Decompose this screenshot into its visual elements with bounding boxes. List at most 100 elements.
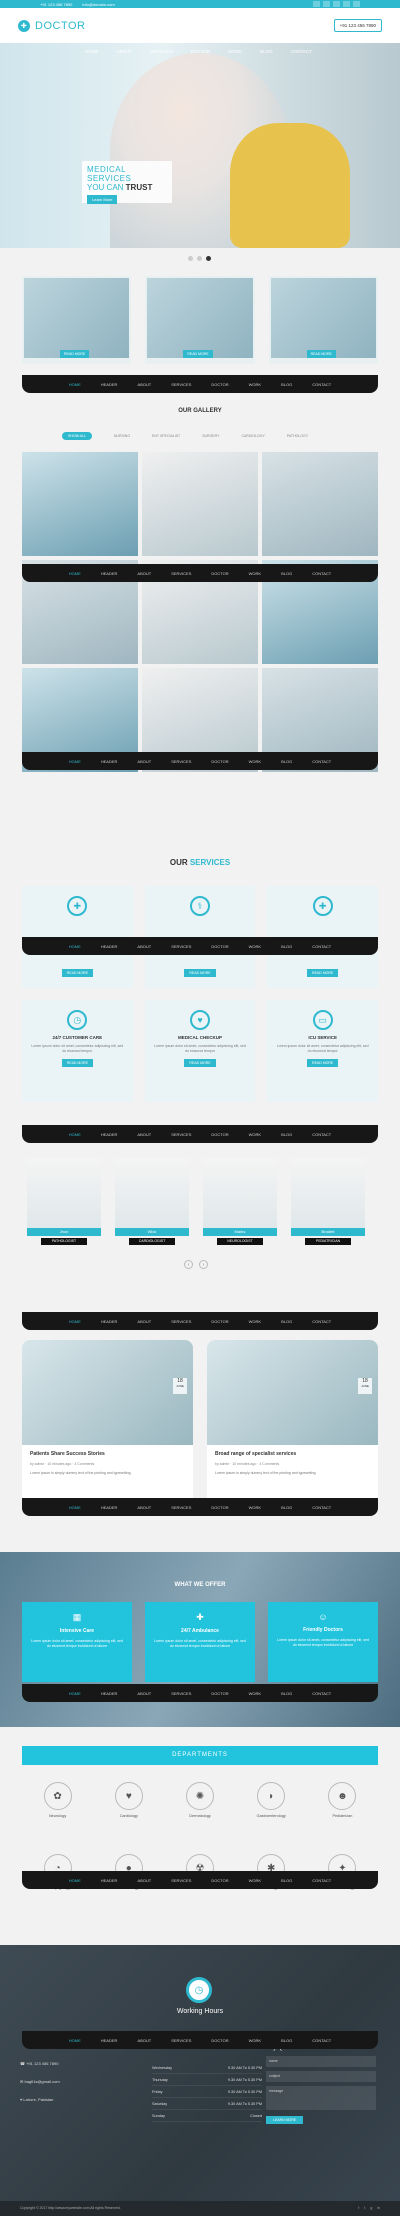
nav-contact[interactable]: CONTACT [312,759,331,764]
linkedin-icon[interactable] [333,1,340,7]
nav-work[interactable]: WORK [249,2038,261,2043]
learn-more-button[interactable]: Learn More [87,195,118,204]
nav-about[interactable]: ABOUT [137,759,151,764]
nav-home[interactable]: HOME [85,49,99,54]
facebook-icon[interactable]: f [358,2206,359,2211]
nav-home[interactable]: HOME [69,571,81,576]
nav-blog[interactable]: BLOG [260,49,273,54]
twitter-icon[interactable] [323,1,330,7]
nav-doctor[interactable]: DOCTOR [211,1505,228,1510]
blog-card[interactable]: 18 JUNE Broad range of specialist service… [207,1340,378,1510]
nav-work[interactable]: WORK [249,1319,261,1324]
read-more-button[interactable]: READ MORE [306,350,336,358]
chevron-left-icon[interactable]: ‹ [184,1260,193,1269]
nav-home[interactable]: HOME [69,1878,81,1883]
filter-ent[interactable]: ENT SPECIALIST [152,434,180,438]
nav-home[interactable]: HOME [69,1132,81,1137]
message-textarea[interactable]: message [266,2086,376,2110]
slider-dot[interactable] [197,256,202,261]
nav-blog[interactable]: BLOG [281,1505,292,1510]
blog-card[interactable]: 18 JUNE Patients Share Success Stories by… [22,1340,193,1510]
nav-doctor[interactable]: DOCTOR [211,1319,228,1324]
read-more-button[interactable]: READ MORE [61,969,93,977]
linkedin-icon[interactable]: in [377,2206,380,2211]
nav-home[interactable]: HOME [69,1505,81,1510]
gallery-image[interactable] [22,452,138,556]
nav-header[interactable]: HEADER [101,759,118,764]
youtube-icon[interactable] [353,1,360,7]
nav-services[interactable]: SERVICES [171,382,191,387]
nav-about[interactable]: ABOUT [137,944,151,949]
nav-services[interactable]: SERVICES [171,759,191,764]
nav-about[interactable]: ABOUT [137,382,151,387]
read-more-button[interactable]: READ MORE [184,969,216,977]
nav-services[interactable]: SERVICES [171,2038,191,2043]
nav-header[interactable]: HEADER [101,382,118,387]
nav-doctor[interactable]: DOCTOR [191,49,210,54]
nav-blog[interactable]: BLOG [281,944,292,949]
nav-work[interactable]: WORK [249,571,261,576]
nav-work[interactable]: WORK [249,944,261,949]
filter-surgery[interactable]: SURGERY [202,434,219,438]
read-more-button[interactable]: READ MORE [61,1059,93,1067]
nav-work[interactable]: WORK [249,382,261,387]
nav-doctor[interactable]: DOCTOR [211,571,228,576]
nav-home[interactable]: HOME [69,1319,81,1324]
filter-show-all[interactable]: SHOW ALL [62,432,92,440]
nav-home[interactable]: HOME [69,2038,81,2043]
nav-about[interactable]: ABOUT [137,1505,151,1510]
nav-header[interactable]: HEADER [101,1132,118,1137]
nav-services[interactable]: SERVICES [171,1878,191,1883]
nav-about[interactable]: ABOUT [137,1691,151,1696]
nav-doctor[interactable]: DOCTOR [211,1878,228,1883]
nav-about[interactable]: ABOUT [137,571,151,576]
nav-blog[interactable]: BLOG [281,571,292,576]
nav-blog[interactable]: BLOG [281,1878,292,1883]
blog-title[interactable]: Broad range of specialist services [215,1451,370,1457]
read-more-button[interactable]: READ MORE [184,1059,216,1067]
nav-about[interactable]: ABOUT [117,49,133,54]
nav-services[interactable]: SERVICES [171,571,191,576]
nav-doctor[interactable]: DOCTOR [211,1691,228,1696]
filter-cardiology[interactable]: CARDIOLOGY [241,434,264,438]
slider-dot-active[interactable] [206,256,211,261]
nav-work[interactable]: WORK [249,1691,261,1696]
nav-blog[interactable]: BLOG [281,759,292,764]
nav-doctor[interactable]: DOCTOR [211,1132,228,1137]
nav-header[interactable]: HEADER [101,571,118,576]
nav-header[interactable]: HEADER [101,1878,118,1883]
nav-work[interactable]: WORK [249,1505,261,1510]
nav-doctor[interactable]: DOCTOR [211,944,228,949]
nav-header[interactable]: HEADER [101,1505,118,1510]
doctor-card[interactable]: Bradett PEDIATRICIAN [291,1158,365,1245]
nav-contact[interactable]: CONTACT [312,1878,331,1883]
nav-header[interactable]: HEADER [101,1691,118,1696]
google-plus-icon[interactable]: g [370,2206,372,2211]
read-more-button[interactable]: READ MORE [307,1059,339,1067]
dept-dermatology[interactable]: ✺ Dermatology [164,1782,235,1818]
nav-contact[interactable]: CONTACT [312,1505,331,1510]
nav-blog[interactable]: BLOG [281,1691,292,1696]
facebook-icon[interactable] [313,1,320,7]
nav-header[interactable]: HEADER [101,1319,118,1324]
gallery-image[interactable] [262,452,378,556]
read-more-button[interactable]: READ MORE [183,350,213,358]
doctor-card[interactable]: Wick CARDIOLOGIST [115,1158,189,1245]
nav-doctor[interactable]: DOCTOR [211,759,228,764]
twitter-icon[interactable]: t [364,2206,365,2211]
blog-title[interactable]: Patients Share Success Stories [30,1451,185,1457]
nav-about[interactable]: ABOUT [137,2038,151,2043]
nav-contact[interactable]: CONTACT [312,1132,331,1137]
nav-work[interactable]: WORK [249,1878,261,1883]
slider-dot[interactable] [188,256,193,261]
nav-contact[interactable]: CONTACT [312,1319,331,1324]
read-more-button[interactable]: READ MORE [307,969,339,977]
nav-services[interactable]: SERVICES [171,1132,191,1137]
nav-header[interactable]: HEADER [101,944,118,949]
nav-blog[interactable]: BLOG [281,1319,292,1324]
read-more-button[interactable]: READ MORE [60,350,90,358]
nav-services[interactable]: SERVICES [171,1505,191,1510]
nav-services[interactable]: SERVICES [171,1691,191,1696]
nav-blog[interactable]: BLOG [281,382,292,387]
doctor-card[interactable]: Jhon PATHOLOGIST [27,1158,101,1245]
